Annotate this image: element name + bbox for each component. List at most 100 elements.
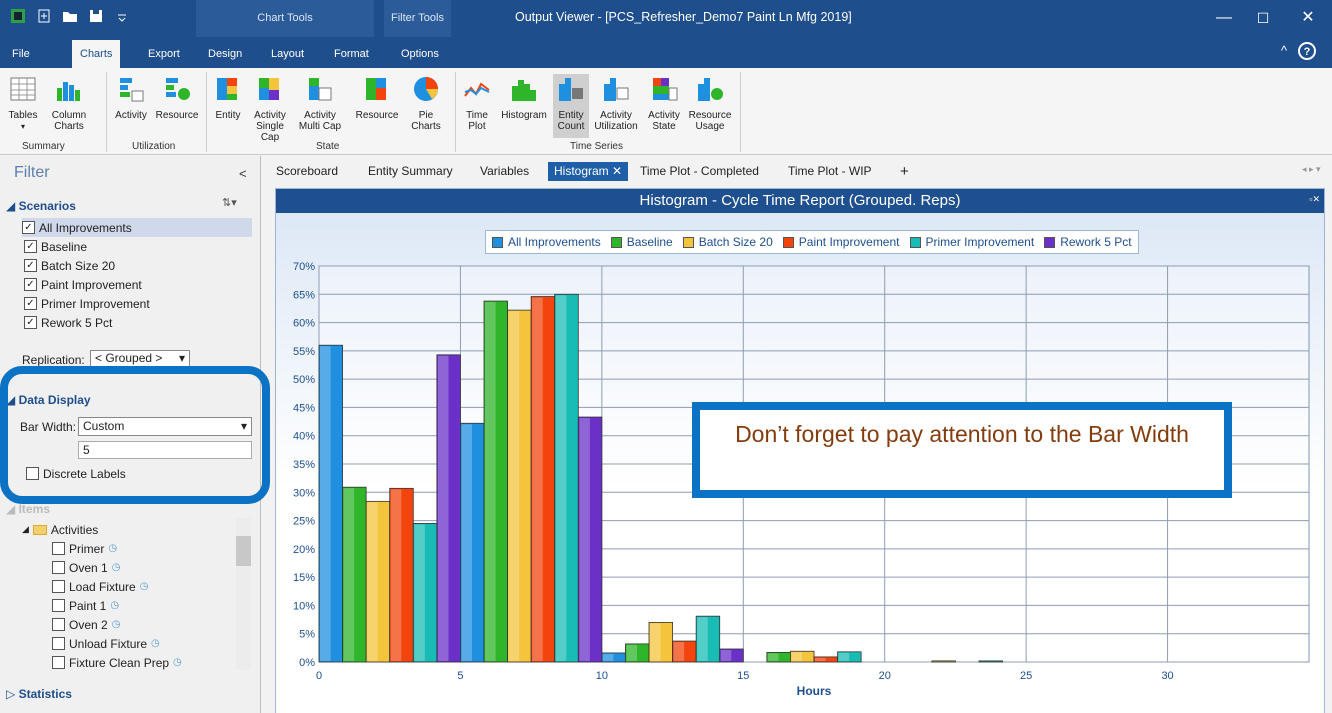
- activity-item[interactable]: Oven 1 ◷: [52, 558, 120, 577]
- scenario-checkbox[interactable]: ✓: [22, 221, 35, 234]
- activity-multi-cap-button[interactable]: Activity Multi Cap: [294, 74, 346, 132]
- bar-highlight: [461, 424, 473, 661]
- activity-single-cap-button[interactable]: Activity Single Cap: [248, 74, 292, 143]
- scenario-checkbox[interactable]: ✓: [24, 278, 37, 291]
- chart-window-controls-icon[interactable]: ▫✕: [1309, 194, 1320, 205]
- resource-usage-button[interactable]: Resource Usage: [687, 74, 733, 132]
- utilization-activity-button[interactable]: Activity: [110, 74, 152, 121]
- help-icon[interactable]: ?: [1298, 42, 1316, 60]
- scenario-checkbox[interactable]: ✓: [24, 316, 37, 329]
- x-tick-label: 20: [879, 670, 891, 682]
- scenario-rework-5-pct[interactable]: ✓ Rework 5 Pct: [24, 313, 112, 332]
- pie-charts-button[interactable]: Pie Charts: [404, 74, 448, 132]
- state-entity-button[interactable]: Entity: [210, 74, 246, 121]
- tab-format[interactable]: Format: [326, 40, 377, 68]
- column-charts-button[interactable]: Column Charts: [44, 74, 94, 132]
- activity-multi-cap-label: Activity Multi Cap: [298, 110, 342, 132]
- activity-checkbox[interactable]: [52, 656, 65, 669]
- activity-utilization-button[interactable]: Activity Utilization: [591, 74, 641, 132]
- tab-scroll-icon[interactable]: ◂ ▸ ▾: [1302, 164, 1321, 175]
- scenario-checkbox[interactable]: ✓: [24, 297, 37, 310]
- ribbon-separator: [740, 72, 741, 152]
- bar-highlight: [508, 311, 520, 661]
- tables-button[interactable]: Tables ▾: [4, 74, 42, 132]
- scenario-primer-improvement[interactable]: ✓ Primer Improvement: [24, 294, 150, 313]
- tab-design[interactable]: Design: [200, 40, 250, 68]
- bar-highlight: [579, 418, 590, 661]
- items-header-label: Items: [18, 502, 50, 516]
- activity-item[interactable]: Unload Fixture ◷: [52, 634, 160, 653]
- tab-entity-summary[interactable]: Entity Summary: [362, 162, 459, 181]
- histogram-button[interactable]: Histogram: [496, 74, 552, 121]
- scenario-checkbox[interactable]: ✓: [24, 240, 37, 253]
- chart-title: Histogram - Cycle Time Report (Grouped. …: [639, 192, 961, 209]
- entity-count-icon: [559, 78, 583, 101]
- scenario-label: Batch Size 20: [41, 258, 116, 273]
- legend-item: Baseline: [610, 235, 673, 249]
- tab-histogram[interactable]: Histogram ✕: [548, 162, 629, 181]
- open-folder-icon[interactable]: [60, 6, 80, 26]
- tab-options[interactable]: Options: [393, 40, 447, 68]
- close-button[interactable]: ✕: [1296, 6, 1320, 30]
- state-resource-button[interactable]: Resource: [354, 74, 400, 121]
- tab-variables[interactable]: Variables: [474, 162, 535, 181]
- activities-tree-node[interactable]: ◢ Activities: [22, 520, 98, 539]
- activity-label: Oven 2: [69, 617, 108, 632]
- x-tick-label: 30: [1161, 670, 1173, 682]
- activity-checkbox[interactable]: [52, 618, 65, 631]
- statistics-section-header[interactable]: ▷ Statistics: [6, 687, 72, 701]
- customize-qat-icon[interactable]: [112, 6, 132, 26]
- scenario-paint-improvement[interactable]: ✓ Paint Improvement: [24, 275, 142, 294]
- time-plot-button[interactable]: Time Plot: [460, 74, 494, 132]
- ribbon: Tables ▾ Column Charts Summary Activity …: [0, 68, 1332, 155]
- tab-file[interactable]: File: [4, 40, 38, 68]
- close-tab-icon[interactable]: ✕: [612, 164, 622, 178]
- scenarios-section-header[interactable]: ◢ Scenarios: [6, 199, 76, 213]
- quick-access-toolbar: [8, 6, 132, 26]
- scrollbar-thumb[interactable]: [236, 536, 251, 566]
- new-file-icon[interactable]: [34, 6, 54, 26]
- ribbon-tab-row: File Charts Export Design Layout Format …: [0, 37, 1332, 68]
- activity-label: Fixture Clean Prep: [69, 655, 170, 670]
- tab-time-plot-wip[interactable]: Time Plot - WIP: [782, 162, 878, 181]
- column-charts-label: Column Charts: [51, 110, 87, 132]
- activity-item[interactable]: Oven 2 ◷: [52, 615, 120, 634]
- maximize-button[interactable]: ☐: [1251, 6, 1275, 30]
- clock-icon: ◷: [111, 619, 121, 630]
- bar-width-callout-frame: [0, 366, 270, 504]
- entity-count-button[interactable]: Entity Count: [553, 74, 589, 138]
- minimize-button[interactable]: —: [1212, 6, 1236, 30]
- activity-item[interactable]: Paint 1 ◷: [52, 596, 119, 615]
- activity-checkbox[interactable]: [52, 599, 65, 612]
- add-tab-button[interactable]: +: [894, 162, 915, 181]
- collapse-filter-button[interactable]: <: [239, 166, 247, 181]
- collapse-ribbon-icon[interactable]: ^: [1272, 39, 1296, 63]
- x-tick-label: 10: [596, 670, 608, 682]
- scenario-checkbox[interactable]: ✓: [24, 259, 37, 272]
- scenario-baseline[interactable]: ✓ Baseline: [24, 237, 87, 256]
- tab-time-plot-completed[interactable]: Time Plot - Completed: [634, 162, 765, 181]
- activity-checkbox[interactable]: [52, 637, 65, 650]
- tab-layout[interactable]: Layout: [263, 40, 312, 68]
- activity-checkbox[interactable]: [52, 561, 65, 574]
- activity-state-button[interactable]: Activity State: [644, 74, 684, 132]
- activity-checkbox[interactable]: [52, 580, 65, 593]
- utilization-resource-button[interactable]: Resource: [153, 74, 201, 121]
- document-tabs: Scoreboard Entity Summary Variables Hist…: [262, 160, 1332, 181]
- sort-scenarios-icon[interactable]: ⇅▾: [222, 196, 237, 209]
- tab-export[interactable]: Export: [140, 40, 188, 68]
- activity-item[interactable]: Load Fixture ◷: [52, 577, 148, 596]
- items-scrollbar[interactable]: [236, 518, 251, 670]
- activity-checkbox[interactable]: [52, 542, 65, 555]
- tab-scoreboard[interactable]: Scoreboard: [270, 162, 344, 181]
- tab-charts[interactable]: Charts: [72, 40, 121, 68]
- save-icon[interactable]: [86, 6, 106, 26]
- items-section-header[interactable]: ◢ Items: [6, 502, 50, 516]
- state-entity-label: Entity: [215, 110, 241, 121]
- y-tick-label: 25%: [293, 516, 315, 528]
- scenario-batch-size-20[interactable]: ✓ Batch Size 20: [24, 256, 115, 275]
- activity-item[interactable]: Fixture Clean Prep ◷: [52, 653, 182, 672]
- activity-item[interactable]: Primer ◷: [52, 539, 117, 558]
- activity-label: Paint 1: [69, 598, 107, 613]
- scenario-all-improvements[interactable]: ✓ All Improvements: [22, 218, 252, 237]
